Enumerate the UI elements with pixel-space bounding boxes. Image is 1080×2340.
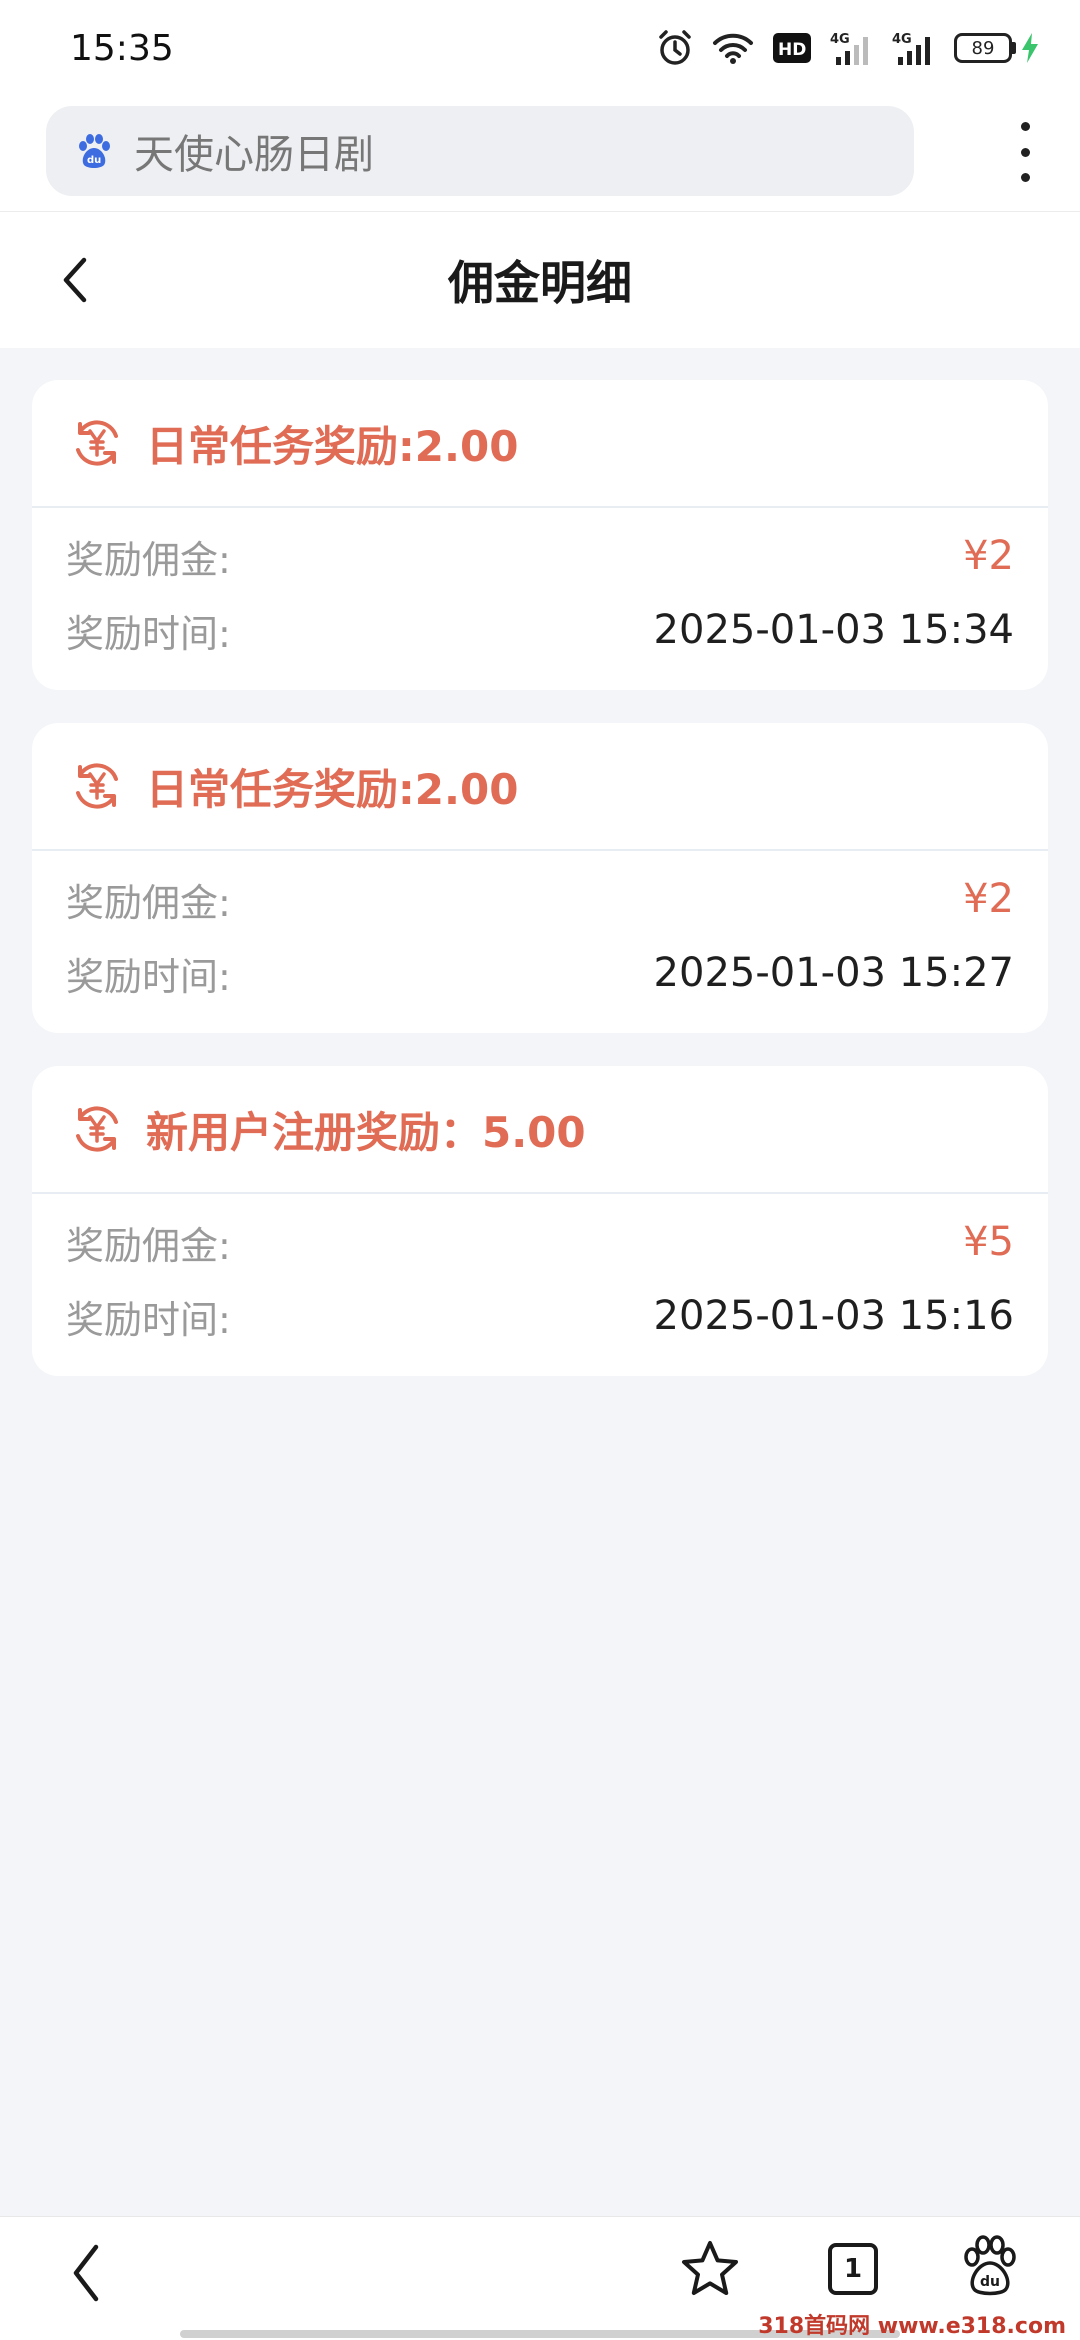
hd-badge-icon: HD — [773, 33, 811, 63]
commission-card: 日常任务奖励:2.00 奖励佣金: ¥2 奖励时间: 2025-01-03 15… — [32, 380, 1048, 690]
reward-time: 2025-01-03 15:27 — [653, 950, 1014, 996]
commission-card: 日常任务奖励:2.00 奖励佣金: ¥2 奖励时间: 2025-01-03 15… — [32, 723, 1048, 1033]
time-row: 奖励时间: 2025-01-03 15:16 — [66, 1286, 1014, 1346]
svg-text:du: du — [980, 2274, 1000, 2290]
commission-label: 奖励佣金: — [66, 1223, 231, 1268]
commission-amount: ¥2 — [963, 876, 1014, 922]
dot-icon — [1020, 147, 1030, 157]
signal-4g-icon-2: 4G — [892, 32, 930, 65]
baidu-home-icon[interactable]: du — [962, 2235, 1018, 2299]
signal-4g-icon: 4G — [830, 32, 868, 65]
star-icon[interactable] — [678, 2237, 742, 2301]
card-header: 日常任务奖励:2.00 — [32, 723, 1048, 851]
card-title: 新用户注册奖励：5.00 — [146, 1107, 586, 1157]
commission-amount: ¥2 — [963, 533, 1014, 579]
reward-time: 2025-01-03 15:16 — [653, 1293, 1014, 1339]
commission-card: 新用户注册奖励：5.00 奖励佣金: ¥5 奖励时间: 2025-01-03 1… — [32, 1066, 1048, 1376]
reward-time: 2025-01-03 15:34 — [653, 607, 1014, 653]
tab-count-button[interactable]: 1 — [828, 2243, 878, 2295]
nav-back-icon[interactable] — [64, 2239, 108, 2307]
browser-bar: du 天使心肠日剧 — [0, 96, 1080, 212]
status-bar: 15:35 HD 4G 4G 89 — [0, 0, 1080, 96]
tab-count: 1 — [843, 2254, 863, 2284]
page-title: 佣金明细 — [448, 256, 632, 310]
page-header: 佣金明细 — [0, 212, 1080, 348]
yuan-refresh-icon — [76, 1106, 118, 1152]
card-title: 日常任务奖励:2.00 — [146, 421, 519, 471]
alarm-icon — [659, 30, 691, 65]
commission-row: 奖励佣金: ¥5 — [66, 1212, 1014, 1272]
baidu-paw-icon: du — [79, 134, 110, 168]
search-text: 天使心肠日剧 — [134, 132, 374, 178]
dot-icon — [1020, 173, 1030, 182]
time-label: 奖励时间: — [66, 1297, 231, 1342]
back-arrow-icon[interactable] — [56, 252, 96, 308]
commission-amount: ¥5 — [963, 1219, 1014, 1265]
card-header: 新用户注册奖励：5.00 — [32, 1066, 1048, 1194]
svg-text:HD: HD — [778, 40, 806, 60]
time-row: 奖励时间: 2025-01-03 15:34 — [66, 600, 1014, 660]
watermark: 318首码网 www.e318.com — [758, 2314, 1066, 2339]
charging-icon — [1022, 33, 1038, 63]
search-box[interactable]: du 天使心肠日剧 — [46, 106, 914, 196]
svg-text:4G: 4G — [892, 32, 912, 47]
battery-level: 89 — [971, 37, 995, 59]
card-header: 日常任务奖励:2.00 — [32, 380, 1048, 508]
commission-row: 奖励佣金: ¥2 — [66, 869, 1014, 929]
svg-text:du: du — [87, 155, 101, 166]
time-label: 奖励时间: — [66, 611, 231, 656]
battery-icon: 89 — [954, 32, 1040, 64]
card-title: 日常任务奖励:2.00 — [146, 764, 519, 814]
commission-label: 奖励佣金: — [66, 537, 231, 582]
more-menu-button[interactable] — [1010, 122, 1040, 182]
commission-label: 奖励佣金: — [66, 880, 231, 925]
time-label: 奖励时间: — [66, 954, 231, 999]
yuan-refresh-icon — [76, 420, 118, 466]
svg-text:4G: 4G — [830, 32, 850, 47]
yuan-refresh-icon — [76, 763, 118, 809]
dot-icon — [1020, 122, 1030, 131]
status-time: 15:35 — [70, 27, 174, 69]
wifi-icon — [713, 33, 753, 64]
time-row: 奖励时间: 2025-01-03 15:27 — [66, 943, 1014, 1003]
commission-row: 奖励佣金: ¥2 — [66, 526, 1014, 586]
status-icons: HD 4G 4G 89 — [656, 29, 1040, 67]
